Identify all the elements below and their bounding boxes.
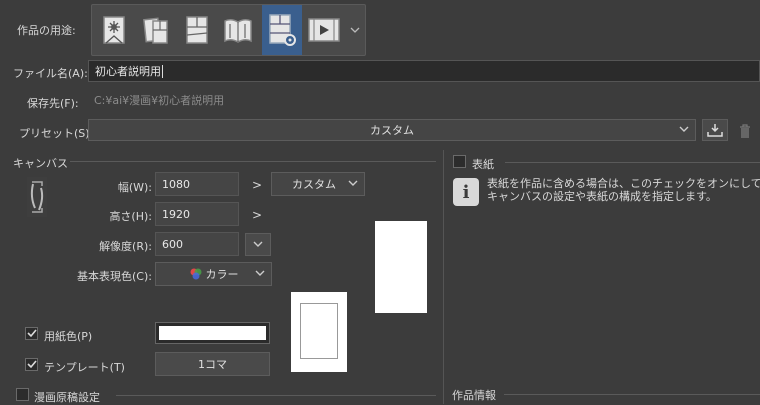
section-divider [504, 394, 760, 395]
template-frame [300, 303, 338, 359]
width-label: 幅(W): [117, 181, 152, 194]
swap-orientation-button[interactable] [27, 177, 47, 217]
animation-icon [308, 18, 340, 42]
save-preset-button[interactable] [702, 119, 728, 141]
cover-info-line2: キャンバスの設定や表紙の構成を指定します。 [487, 190, 717, 203]
chevron-down-icon [348, 180, 358, 186]
webtoon-settings-icon [269, 14, 296, 46]
usage-label: 作品の用途: [17, 24, 76, 37]
rotate-orientation-icon [30, 181, 44, 213]
color-mode-select[interactable]: カラー [155, 262, 272, 286]
height-arrow-icon[interactable]: > [252, 208, 262, 222]
chevron-down-icon [255, 270, 265, 276]
trash-icon [740, 123, 750, 138]
section-divider [505, 162, 760, 163]
color-mode-icon [190, 268, 201, 280]
vertical-divider [443, 150, 444, 404]
usage-comic-button[interactable] [136, 11, 176, 49]
usage-webtoon-button[interactable] [262, 5, 302, 55]
resolution-dropdown-button[interactable] [245, 233, 271, 256]
usage-illustration-button[interactable] [95, 11, 135, 49]
resolution-input[interactable]: 600 [155, 232, 239, 256]
comic-page-icon [186, 16, 208, 44]
template-select-button[interactable]: 1コマ [155, 352, 270, 376]
filename-label: ファイル名(A): [13, 67, 88, 80]
filename-input[interactable]: 初心者説明用 [88, 60, 760, 82]
chevron-down-icon [253, 241, 263, 247]
comic-icon [143, 17, 168, 44]
info-icon: i [453, 178, 479, 206]
size-preset-select[interactable]: カスタム [271, 172, 365, 196]
width-input[interactable]: 1080 [155, 172, 239, 196]
illustration-icon [103, 16, 125, 44]
resolution-label: 解像度(R): [99, 240, 152, 253]
manga-settings-label: 漫画原稿設定 [34, 391, 100, 404]
cover-info-line1: 表紙を作品に含める場合は、このチェックをオンにして [487, 177, 760, 190]
checkmark-icon [26, 360, 37, 369]
cover-checkbox[interactable] [453, 155, 466, 168]
manga-settings-checkbox[interactable] [16, 388, 29, 401]
height-input[interactable]: 1920 [155, 202, 239, 226]
usage-comic-page-button[interactable] [177, 11, 217, 49]
save-location-label: 保存先(F): [27, 97, 79, 110]
usage-selector [91, 4, 366, 56]
work-info-label: 作品情報 [452, 389, 496, 402]
template-label: テンプレート(T) [44, 361, 125, 374]
usage-book-button[interactable] [218, 11, 258, 49]
book-icon [224, 18, 252, 43]
template-preview [291, 292, 347, 372]
usage-more-dropdown[interactable] [345, 5, 365, 55]
filename-value: 初心者説明用 [95, 65, 161, 78]
color-mode-value: カラー [205, 268, 239, 281]
paper-color-fill [159, 326, 266, 340]
section-divider [116, 395, 436, 396]
delete-preset-button[interactable] [736, 121, 754, 141]
chevron-down-icon [679, 126, 689, 132]
paper-color-swatch[interactable] [155, 322, 270, 344]
height-label: 高さ(H): [109, 210, 152, 223]
section-divider [70, 161, 436, 162]
preset-value: カスタム [370, 124, 414, 137]
canvas-section-label: キャンバス [13, 157, 68, 170]
text-caret [162, 64, 163, 78]
chevron-down-icon [350, 27, 360, 33]
save-preset-icon [707, 124, 723, 137]
usage-animation-button[interactable] [304, 11, 344, 49]
cover-label: 表紙 [472, 158, 494, 171]
size-preset-value: カスタム [292, 178, 336, 191]
paper-color-label: 用紙色(P) [44, 330, 93, 343]
preset-select[interactable]: カスタム [88, 119, 696, 141]
width-arrow-icon[interactable]: > [252, 178, 262, 192]
canvas-preview [375, 221, 427, 313]
paper-color-checkbox[interactable] [25, 327, 38, 340]
save-location-value: C:¥ai¥漫画¥初心者説明用 [94, 94, 225, 107]
preset-label: プリセット(S): [19, 127, 94, 140]
color-mode-label: 基本表現色(C): [77, 270, 152, 283]
checkmark-icon [26, 329, 37, 338]
template-checkbox[interactable] [25, 358, 38, 371]
